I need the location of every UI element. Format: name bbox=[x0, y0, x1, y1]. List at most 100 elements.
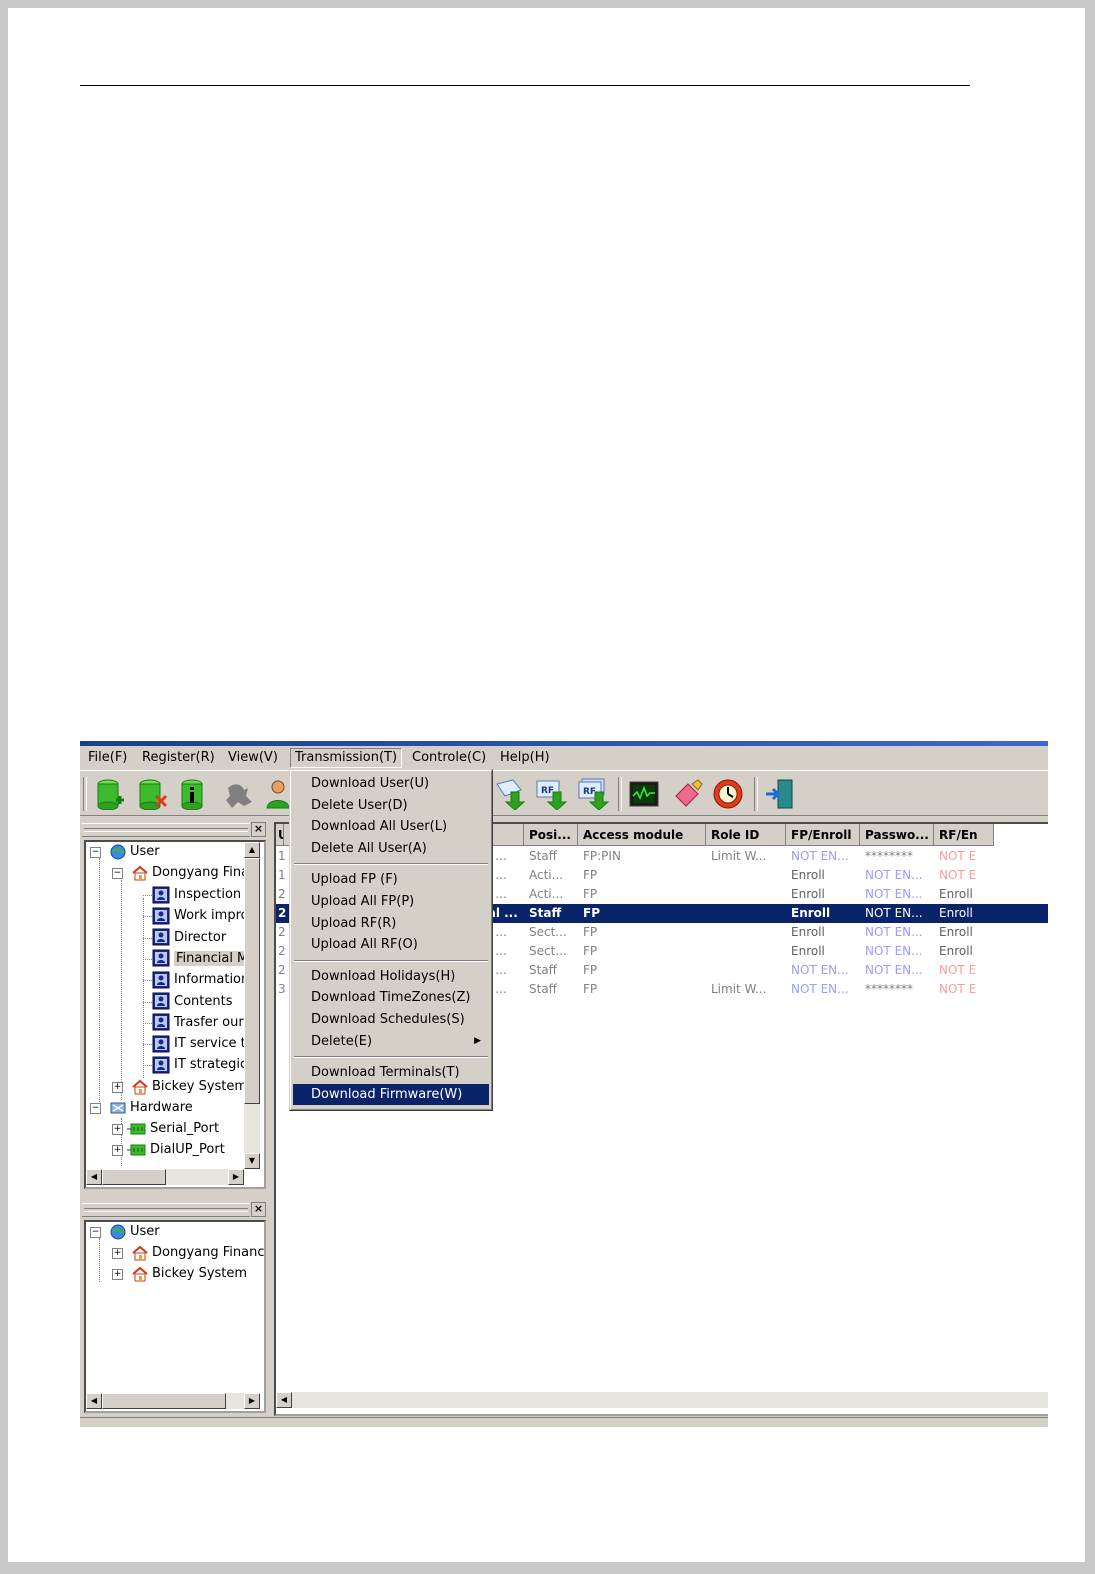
menu-controle[interactable]: Controle(C) bbox=[408, 749, 490, 767]
menu-item-label: Upload FP (F) bbox=[311, 872, 398, 888]
menu-item[interactable]: Download User(U) bbox=[293, 773, 489, 794]
menu-file[interactable]: File(F) bbox=[84, 749, 131, 767]
menu-register[interactable]: Register(R) bbox=[138, 749, 219, 767]
table-cell bbox=[706, 961, 786, 980]
tree-node-label: IT strategic bbox=[174, 1057, 248, 1073]
menu-transmission[interactable]: Transmission(T) bbox=[290, 748, 403, 768]
menu-item[interactable]: Download Holidays(H) bbox=[293, 966, 489, 987]
exit-icon[interactable] bbox=[764, 778, 796, 810]
column-header[interactable]: Passwo... bbox=[860, 824, 934, 846]
table-cell: Staff bbox=[529, 849, 557, 863]
menu-item[interactable]: Download TimeZones(Z) bbox=[293, 987, 489, 1008]
menu-view[interactable]: View(V) bbox=[224, 749, 282, 767]
tree-node-department[interactable]: Trasfer our bbox=[152, 1013, 244, 1033]
tree-node-label: Trasfer our bbox=[174, 1014, 244, 1030]
menu-item[interactable]: Delete All User(A) bbox=[293, 838, 489, 859]
clock-icon[interactable] bbox=[712, 778, 744, 810]
table-cell: NOT EN... bbox=[865, 925, 923, 939]
tree-node-department[interactable]: Work impro bbox=[152, 906, 249, 926]
pane-close-button[interactable]: × bbox=[251, 1202, 266, 1217]
download-icon[interactable] bbox=[493, 778, 525, 810]
tree-node-department[interactable]: IT service te bbox=[152, 1034, 254, 1054]
monitor-icon[interactable] bbox=[628, 778, 660, 810]
tree-node-label: Information bbox=[174, 972, 250, 988]
toolbar-separator bbox=[618, 777, 622, 811]
table-cell: NOT E bbox=[939, 868, 977, 882]
home-icon bbox=[132, 1266, 148, 1281]
table-cell: Staff bbox=[529, 906, 562, 920]
pane-header[interactable] bbox=[82, 823, 250, 837]
svg-text:RF: RF bbox=[541, 786, 554, 796]
disabled-icon[interactable] bbox=[220, 778, 252, 810]
scroll-thumb[interactable] bbox=[102, 1393, 226, 1409]
user-add-icon[interactable] bbox=[94, 778, 126, 810]
user-delete-icon[interactable] bbox=[136, 778, 168, 810]
tree-node-department[interactable]: Financial M bbox=[152, 949, 251, 969]
column-header[interactable]: FP/Enroll bbox=[786, 824, 860, 846]
menu-item[interactable]: Download Terminals(T) bbox=[293, 1062, 489, 1083]
scroll-up-icon[interactable]: ▲ bbox=[244, 842, 260, 858]
clear-icon[interactable] bbox=[672, 778, 704, 810]
tree-node-department[interactable]: Information bbox=[152, 970, 249, 990]
department-icon bbox=[152, 1013, 170, 1031]
menu-item[interactable]: Upload All RF(O) bbox=[293, 934, 489, 955]
scroll-thumb[interactable] bbox=[102, 1169, 166, 1185]
scroll-thumb[interactable] bbox=[244, 858, 260, 1104]
column-header[interactable]: RF/En bbox=[934, 824, 994, 846]
tree-node-department[interactable]: Inspection I bbox=[152, 885, 249, 905]
pane-header[interactable] bbox=[82, 1203, 250, 1217]
menu-item[interactable]: Delete(E) ▶ bbox=[293, 1031, 489, 1052]
table-cell bbox=[706, 885, 786, 904]
table-cell: NOT EN... bbox=[865, 963, 923, 977]
table-cell: NOT EN... bbox=[791, 982, 849, 996]
column-header[interactable]: Posi... bbox=[524, 824, 578, 846]
table-cell: Enroll bbox=[939, 906, 973, 920]
document-page: File(F) Register(R) View(V) Transmission… bbox=[8, 8, 1085, 1562]
rf-download-icon[interactable]: RF bbox=[535, 778, 567, 810]
table-cell: Enroll bbox=[791, 887, 825, 901]
menu-item[interactable]: Download Schedules(S) bbox=[293, 1009, 489, 1030]
menu-separator bbox=[294, 1056, 488, 1059]
menu-item[interactable]: Upload FP (F) bbox=[293, 869, 489, 890]
menu-item[interactable]: Download All User(L) bbox=[293, 816, 489, 837]
svg-text:RF: RF bbox=[583, 787, 596, 797]
column-header[interactable]: U bbox=[276, 824, 284, 846]
tree-node-label: IT service te bbox=[174, 1036, 254, 1052]
user-info-icon[interactable] bbox=[178, 778, 210, 810]
column-header[interactable]: Role ID bbox=[706, 824, 786, 846]
menu-item[interactable]: Upload RF(R) bbox=[293, 913, 489, 934]
table-horizontal-scrollbar[interactable]: ◀ bbox=[276, 1392, 1048, 1408]
scroll-left-icon[interactable]: ◀ bbox=[86, 1393, 102, 1409]
scroll-left-icon[interactable]: ◀ bbox=[86, 1169, 102, 1185]
pane-close-button[interactable]: × bbox=[251, 822, 266, 837]
tree-node-department[interactable]: Contents bbox=[152, 992, 232, 1012]
table-cell: FP bbox=[583, 868, 598, 882]
menu-help[interactable]: Help(H) bbox=[496, 749, 554, 767]
menu-item[interactable]: Delete User(D) bbox=[293, 795, 489, 816]
scroll-right-icon[interactable]: ▶ bbox=[228, 1169, 244, 1185]
tree-node-department[interactable]: IT strategic bbox=[152, 1055, 247, 1075]
tree-vertical-scrollbar[interactable]: ▲ ▼ bbox=[244, 842, 260, 1169]
table-cell: Limit W... bbox=[711, 982, 767, 996]
table-cell: Enroll bbox=[791, 868, 825, 882]
menu-item[interactable]: Upload All FP(P) bbox=[293, 891, 489, 912]
table-cell: FP bbox=[583, 982, 598, 996]
department-icon bbox=[152, 949, 170, 967]
menu-item-label: Download Terminals(T) bbox=[311, 1065, 460, 1081]
table-cell: NOT E bbox=[939, 982, 977, 996]
tree-node-department[interactable]: Director bbox=[152, 928, 226, 948]
table-cell: Enroll bbox=[939, 925, 973, 939]
table-cell: FP bbox=[583, 887, 598, 901]
menu-item[interactable]: Download Firmware(W) bbox=[293, 1083, 489, 1105]
scroll-down-icon[interactable]: ▼ bbox=[244, 1153, 260, 1169]
scroll-left-icon[interactable]: ◀ bbox=[276, 1392, 292, 1408]
column-header[interactable]: Access module bbox=[578, 824, 706, 846]
user-tree: − User − Dongyang Fina Inspection I Work … bbox=[84, 840, 266, 1189]
home-icon bbox=[132, 1079, 148, 1094]
submenu-arrow-icon: ▶ bbox=[474, 1035, 481, 1046]
tree-horizontal-scrollbar[interactable]: ◀ ▶ bbox=[86, 1169, 244, 1185]
scroll-right-icon[interactable]: ▶ bbox=[244, 1393, 260, 1409]
table-cell: Sect... bbox=[529, 944, 567, 958]
tree-horizontal-scrollbar[interactable]: ◀ ▶ bbox=[86, 1393, 260, 1409]
rf-download-all-icon[interactable]: RF bbox=[577, 778, 609, 810]
